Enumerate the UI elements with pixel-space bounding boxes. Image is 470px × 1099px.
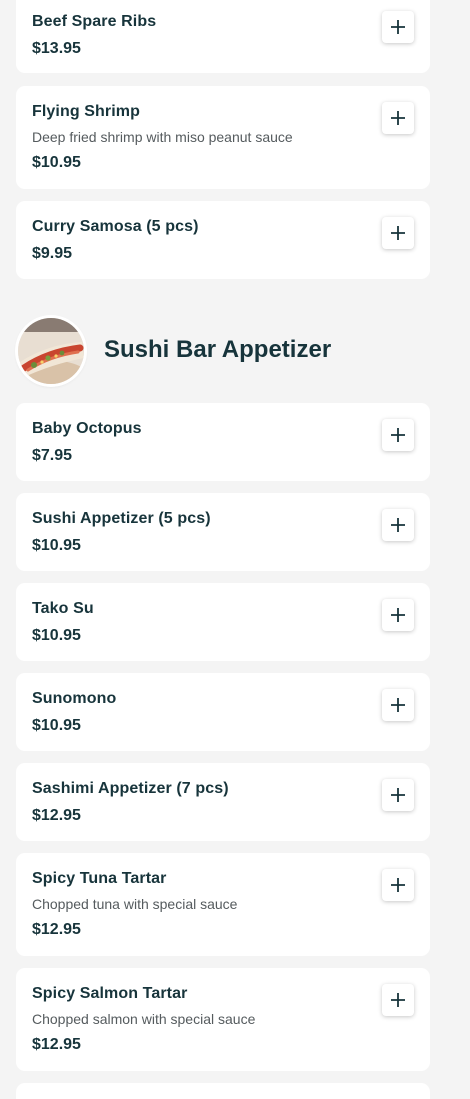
item-price: $13.95	[32, 40, 81, 57]
plus-icon	[391, 878, 405, 892]
menu-item-card[interactable]: Curry Samosa (5 pcs) $9.95	[16, 201, 430, 279]
plus-icon	[391, 608, 405, 622]
add-item-button[interactable]	[382, 419, 414, 451]
item-name: Tako Su	[32, 600, 94, 617]
item-name: Curry Samosa (5 pcs)	[32, 218, 199, 235]
item-name: Sunomono	[32, 690, 117, 707]
plus-icon	[391, 518, 405, 532]
item-price: $10.95	[32, 154, 81, 171]
item-price: $10.95	[32, 627, 81, 644]
item-name: Sushi Appetizer (5 pcs)	[32, 510, 211, 527]
category-title: Sushi Bar Appetizer	[104, 336, 332, 363]
menu-item-card[interactable]: Beef Spare Ribs $13.95	[16, 0, 430, 73]
item-name: Spicy Tuna Tartar	[32, 870, 167, 887]
add-item-button[interactable]	[382, 102, 414, 134]
item-price: $12.95	[32, 807, 81, 824]
item-price: $7.95	[32, 447, 73, 464]
category-header: Sushi Bar Appetizer	[16, 316, 430, 386]
add-item-button[interactable]	[382, 984, 414, 1016]
item-description: Chopped tuna with special sauce	[32, 896, 238, 912]
item-name: Sashimi Appetizer (7 pcs)	[32, 780, 229, 797]
plus-icon	[391, 788, 405, 802]
menu-item-card[interactable]: Sushi Appetizer (5 pcs) $10.95	[16, 493, 430, 571]
add-item-button[interactable]	[382, 11, 414, 43]
add-item-button[interactable]	[382, 779, 414, 811]
plus-icon	[391, 111, 405, 125]
item-price: $10.95	[32, 717, 81, 734]
item-price: $12.95	[32, 1036, 81, 1053]
add-item-button[interactable]	[382, 217, 414, 249]
add-item-button[interactable]	[382, 509, 414, 541]
add-item-button[interactable]	[382, 599, 414, 631]
item-description: Deep fried shrimp with miso peanut sauce	[32, 129, 293, 145]
menu-item-card[interactable]	[16, 1083, 430, 1099]
menu-item-card[interactable]: Tako Su $10.95	[16, 583, 430, 661]
menu-item-card[interactable]: Baby Octopus $7.95	[16, 403, 430, 481]
menu-item-card[interactable]: Flying Shrimp Deep fried shrimp with mis…	[16, 86, 430, 189]
add-item-button[interactable]	[382, 689, 414, 721]
item-price: $12.95	[32, 921, 81, 938]
menu-item-card[interactable]: Sunomono $10.95	[16, 673, 430, 751]
plus-icon	[391, 993, 405, 1007]
item-name: Baby Octopus	[32, 420, 142, 437]
item-price: $10.95	[32, 537, 81, 554]
plus-icon	[391, 20, 405, 34]
item-name: Flying Shrimp	[32, 103, 140, 120]
menu-item-card[interactable]: Spicy Salmon Tartar Chopped salmon with …	[16, 968, 430, 1071]
menu-item-card[interactable]: Sashimi Appetizer (7 pcs) $12.95	[16, 763, 430, 841]
plus-icon	[391, 698, 405, 712]
sushi-dish-photo-icon	[18, 318, 84, 384]
item-name: Beef Spare Ribs	[32, 13, 157, 30]
plus-icon	[391, 428, 405, 442]
plus-icon	[391, 226, 405, 240]
add-item-button[interactable]	[382, 869, 414, 901]
menu-item-card[interactable]: Spicy Tuna Tartar Chopped tuna with spec…	[16, 853, 430, 956]
item-price: $9.95	[32, 245, 73, 262]
item-name: Spicy Salmon Tartar	[32, 985, 188, 1002]
item-description: Chopped salmon with special sauce	[32, 1011, 256, 1027]
